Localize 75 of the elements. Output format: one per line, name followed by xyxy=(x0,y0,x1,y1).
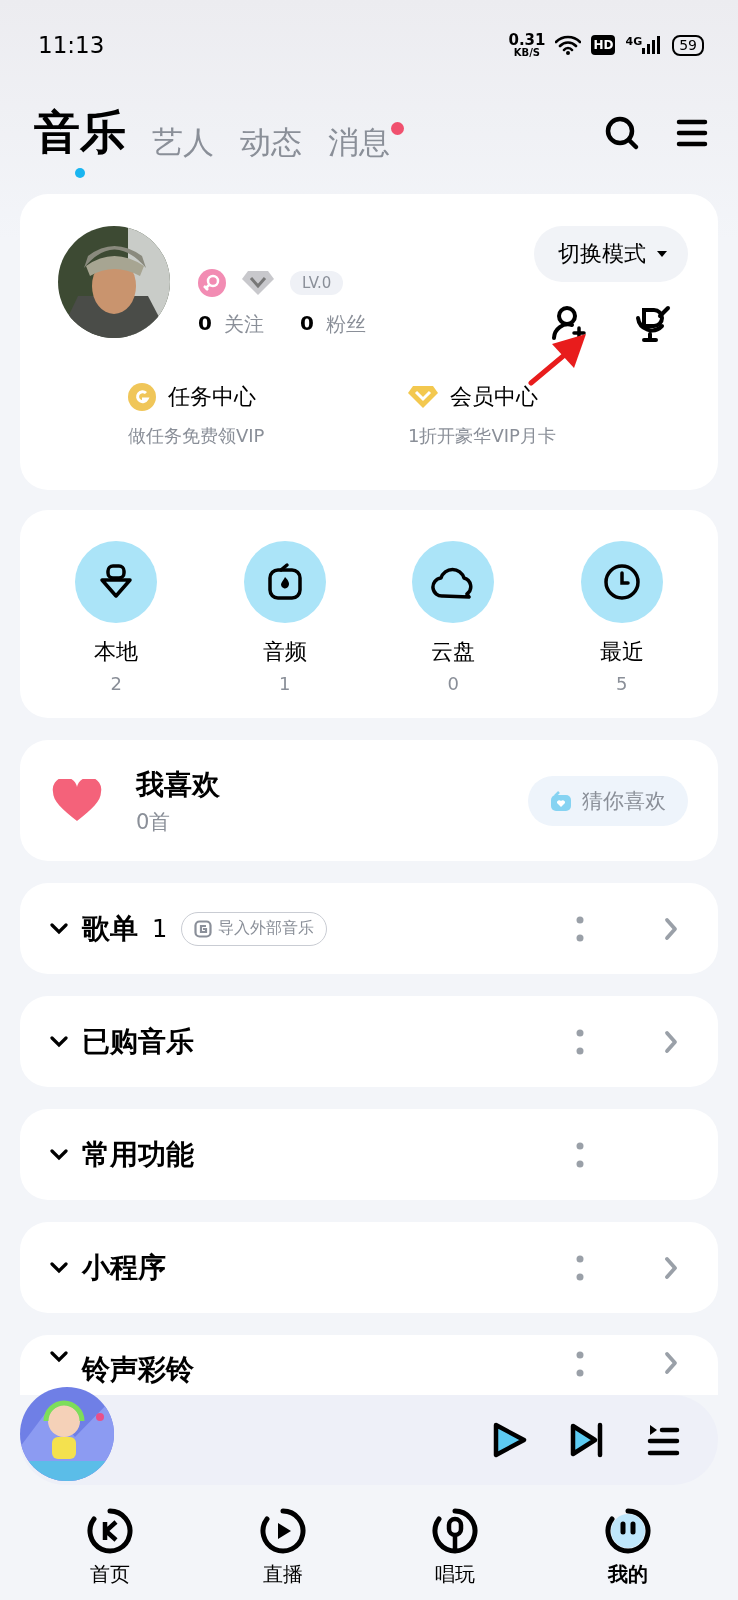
battery-indicator: 59 xyxy=(672,34,704,56)
chevron-right-icon[interactable] xyxy=(664,1255,678,1280)
chevron-right-icon[interactable] xyxy=(664,916,678,941)
chevron-down-icon[interactable] xyxy=(50,1351,68,1363)
section-title[interactable]: 小程序 xyxy=(82,1248,166,1287)
chevron-right-icon[interactable] xyxy=(664,1029,678,1054)
nav-item[interactable]: 首页 xyxy=(24,1507,197,1588)
network-speed: 0.31 KB/S xyxy=(508,32,546,58)
more-icon[interactable] xyxy=(576,1254,584,1281)
stat-count: 0 xyxy=(198,311,212,337)
playlist-icon[interactable] xyxy=(646,1422,680,1458)
chevron-down-icon[interactable] xyxy=(50,1261,68,1274)
shortcut-label: 最近 xyxy=(599,638,644,666)
center-subtitle: 1折开豪华VIP月卡 xyxy=(408,424,557,448)
nav-icon xyxy=(86,1507,135,1555)
section-row[interactable]: 歌单 1 导入外部音乐 xyxy=(20,883,718,974)
section-title[interactable]: 已购音乐 xyxy=(82,1022,194,1061)
section-row[interactable]: 铃声彩铃 xyxy=(20,1335,718,1395)
diamond-icon xyxy=(242,270,274,296)
center-title[interactable]: 任务中心 xyxy=(168,382,256,412)
status-time: 11:13 xyxy=(38,32,105,58)
search-icon[interactable] xyxy=(604,115,640,151)
annotation-arrow xyxy=(528,332,588,386)
chevron-right-icon[interactable] xyxy=(664,1351,678,1375)
diamond-icon xyxy=(408,385,438,409)
more-icon[interactable] xyxy=(576,915,584,942)
nav-item[interactable]: 唱玩 xyxy=(369,1507,542,1588)
add-user-icon[interactable] xyxy=(550,304,588,342)
chevron-down-icon[interactable] xyxy=(50,1035,68,1048)
shortcut-label: 音频 xyxy=(262,638,307,666)
shortcut-count: 2 xyxy=(110,673,122,694)
shortcut-count: 0 xyxy=(447,673,459,694)
signal-icon xyxy=(642,35,663,55)
shortcut-count: 5 xyxy=(616,673,628,694)
microphone-icon[interactable] xyxy=(634,304,672,342)
stat-count: 0 xyxy=(299,311,314,337)
section-title[interactable]: 铃声彩铃 xyxy=(82,1351,194,1389)
chevron-down-icon[interactable] xyxy=(50,1148,68,1161)
more-icon[interactable] xyxy=(576,1028,584,1055)
tab[interactable]: 音乐 xyxy=(34,102,126,164)
center-subtitle: 做任务免费领VIP xyxy=(128,424,266,448)
chevron-down-icon[interactable] xyxy=(50,922,68,935)
clock-icon xyxy=(601,562,642,602)
radio-icon xyxy=(550,790,572,811)
network-type: 4G xyxy=(625,35,643,48)
menu-icon[interactable] xyxy=(676,118,708,148)
shortcut-label: 云盘 xyxy=(431,638,476,666)
shortcut-count: 1 xyxy=(279,673,291,694)
nav-icon xyxy=(258,1507,307,1555)
more-icon[interactable] xyxy=(576,1351,584,1377)
nav-item[interactable]: 直播 xyxy=(196,1507,369,1588)
section-title[interactable]: 歌单 xyxy=(82,909,138,948)
selected-indicator xyxy=(75,168,85,178)
heart-icon xyxy=(52,778,102,823)
hd-badge: HD xyxy=(591,35,616,55)
favorites-count: 0首 xyxy=(136,808,172,836)
favorites-title[interactable]: 我喜欢 xyxy=(136,765,528,804)
nav-item[interactable]: 我的 xyxy=(541,1507,714,1588)
section-title[interactable]: 常用功能 xyxy=(82,1135,194,1174)
section-row[interactable]: 已购音乐 xyxy=(20,996,718,1087)
section-count: 1 xyxy=(152,914,168,943)
nav-icon xyxy=(603,1507,652,1555)
nav-icon xyxy=(431,1507,480,1555)
caret-icon xyxy=(656,250,668,258)
gender-icon xyxy=(198,269,226,297)
section-row[interactable]: 小程序 xyxy=(20,1222,718,1313)
more-icon[interactable] xyxy=(576,1141,584,1168)
level-badge: LV.0 xyxy=(290,271,344,295)
section-row[interactable]: 常用功能 xyxy=(20,1109,718,1200)
center-title[interactable]: 会员中心 xyxy=(450,382,538,412)
shortcut-label: 本地 xyxy=(94,638,139,666)
mode-switch-button[interactable]: 切换模式 xyxy=(534,226,688,282)
import-icon xyxy=(194,919,213,938)
wifi-icon xyxy=(555,35,582,55)
coin-icon xyxy=(128,383,156,411)
